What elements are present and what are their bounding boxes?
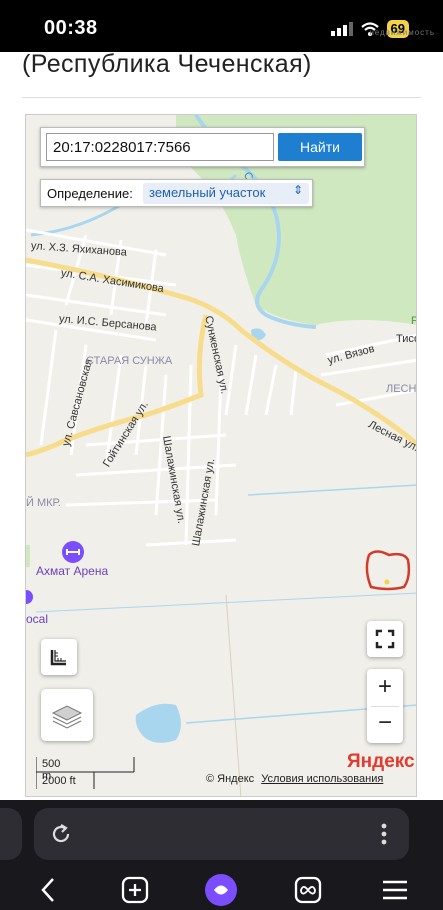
definition-panel: Определение: земельный участок ⇕: [40, 179, 313, 207]
assistant-icon: [205, 874, 237, 906]
divider: [22, 97, 421, 98]
status-time: 00:38: [44, 17, 98, 39]
search-button[interactable]: Найти: [278, 133, 362, 161]
terms-link[interactable]: Условия использования: [261, 773, 383, 785]
watermark-text: недвижимость: [369, 28, 435, 37]
scale-imperial: 2000 ft: [42, 775, 76, 787]
poi-icon: [26, 590, 33, 604]
fullscreen-button[interactable]: [367, 621, 403, 657]
street-label: Тисо: [396, 333, 416, 345]
layers-button[interactable]: [41, 689, 93, 741]
parcel-point: [384, 579, 390, 585]
chevron-updown-icon: ⇕: [292, 183, 303, 197]
layers-icon: [51, 705, 83, 729]
new-tab-button[interactable]: [115, 872, 155, 908]
status-bar: 00:38 69 недвижимость: [0, 0, 443, 52]
poi-label[interactable]: ocal: [26, 612, 48, 626]
definition-select[interactable]: земельный участок ⇕: [143, 183, 309, 204]
poi-label[interactable]: Ахмат Арена: [36, 564, 108, 578]
menu-icon: [383, 880, 407, 900]
map-copyright: © Яндекс Условия использования: [206, 773, 383, 785]
browser-toolbar: [0, 800, 443, 910]
address-bar[interactable]: [34, 808, 409, 860]
assistant-button[interactable]: [201, 872, 241, 908]
tabs-icon: [294, 876, 322, 904]
search-panel: Найти: [40, 127, 365, 167]
previous-tab-strip[interactable]: [0, 808, 22, 860]
back-button[interactable]: [28, 872, 68, 908]
park-marker: Р: [411, 315, 416, 327]
ruler-button[interactable]: [41, 639, 77, 675]
definition-value: земельный участок: [149, 185, 266, 200]
cadastral-search-input[interactable]: [46, 133, 274, 161]
district-label: ЛЕСН: [386, 383, 417, 395]
page-heading: (Республика Чеченская): [22, 52, 312, 78]
menu-button[interactable]: [375, 872, 415, 908]
reload-icon[interactable]: [49, 822, 73, 846]
zoom-controls: + −: [367, 669, 403, 743]
zoom-out-button[interactable]: −: [367, 706, 403, 742]
district-label: СТАРАЯ СУНЖА: [86, 355, 173, 367]
outline-road: [225, 594, 242, 796]
new-tab-icon: [121, 876, 149, 904]
more-icon[interactable]: [381, 823, 387, 845]
web-page: (Республика Чеченская) ул. Х.З. Яхиханов…: [0, 52, 443, 800]
green-strip: [26, 545, 30, 567]
ruler-icon: [50, 650, 66, 666]
definition-label: Определение:: [47, 186, 133, 201]
signal-icon: [330, 22, 353, 36]
canal-2: [247, 484, 416, 496]
back-icon: [41, 878, 54, 902]
copyright-text: © Яндекс: [206, 773, 255, 785]
district-label: Й МКР.: [26, 497, 61, 509]
yandex-logo[interactable]: Яндекс: [347, 751, 415, 773]
lake: [135, 703, 181, 743]
cadastral-map[interactable]: ул. Х.З. Яхиханова ул. С.А. Хасимикова у…: [25, 114, 417, 797]
tabs-button[interactable]: [288, 872, 328, 908]
zoom-in-button[interactable]: +: [367, 670, 403, 706]
fullscreen-icon: [375, 629, 395, 649]
browser-nav-bar: [0, 872, 443, 910]
